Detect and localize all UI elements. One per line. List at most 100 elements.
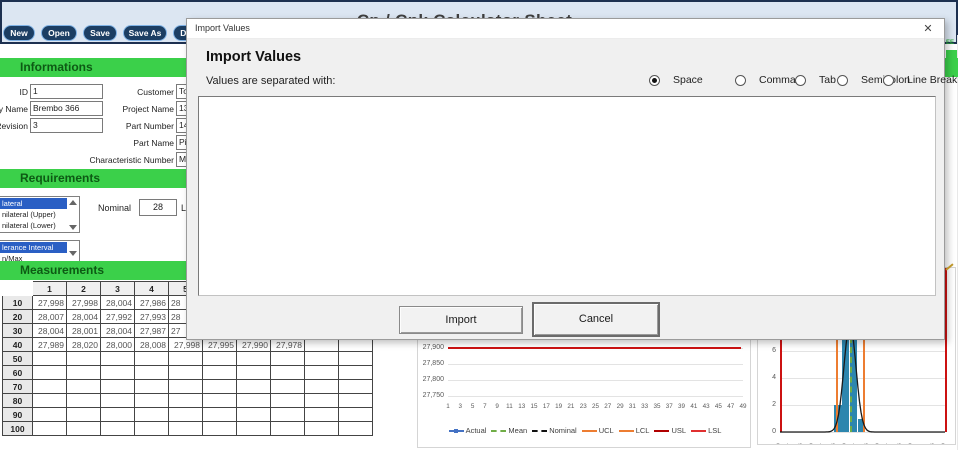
measurement-cell[interactable]: 27,986 [135, 296, 169, 310]
measurement-cell[interactable] [305, 422, 339, 436]
measurement-cell[interactable] [203, 352, 237, 366]
measurement-cell[interactable] [135, 366, 169, 380]
measurement-cell[interactable]: 28,020 [67, 338, 101, 352]
measurement-cell[interactable]: 28,004 [67, 310, 101, 324]
measurement-cell[interactable] [203, 380, 237, 394]
chevron-down-icon[interactable] [69, 251, 77, 256]
measurement-cell[interactable] [169, 394, 203, 408]
measurement-cell[interactable] [271, 352, 305, 366]
scroll-down-icon[interactable] [69, 225, 77, 230]
measurement-cell[interactable] [33, 394, 67, 408]
measurement-cell[interactable] [305, 352, 339, 366]
measurement-cell[interactable] [271, 408, 305, 422]
measurement-cell[interactable]: 27,998 [67, 296, 101, 310]
measurement-cell[interactable]: 27,993 [135, 310, 169, 324]
radio-icon[interactable] [649, 75, 660, 86]
measurement-cell[interactable]: 28,008 [135, 338, 169, 352]
measurement-cell[interactable] [67, 352, 101, 366]
measurement-cell[interactable]: 28,004 [101, 296, 135, 310]
measurement-cell[interactable] [169, 408, 203, 422]
measurement-cell[interactable]: 27,989 [33, 338, 67, 352]
measurement-cell[interactable] [67, 366, 101, 380]
measurement-cell[interactable] [339, 394, 373, 408]
measurement-cell[interactable] [169, 352, 203, 366]
listbox-item[interactable]: nilateral (Lower) [0, 220, 67, 231]
radio-icon[interactable] [837, 75, 848, 86]
measurement-cell[interactable]: 28,004 [101, 324, 135, 338]
measurement-cell[interactable] [135, 408, 169, 422]
dialog-titlebar[interactable]: Import Values ✕ [187, 19, 944, 39]
measurement-cell[interactable] [33, 352, 67, 366]
toolbar-button-save[interactable]: Save [83, 25, 117, 41]
measurement-cell[interactable] [169, 380, 203, 394]
measurement-cell[interactable] [33, 422, 67, 436]
measurement-cell[interactable] [305, 408, 339, 422]
measurement-cell[interactable] [203, 422, 237, 436]
measurement-cell[interactable] [271, 366, 305, 380]
measurement-cell[interactable] [237, 408, 271, 422]
measurement-cell[interactable] [33, 408, 67, 422]
radio-icon[interactable] [795, 75, 806, 86]
radio-option-comma[interactable]: Comma [735, 74, 796, 86]
measurement-cell[interactable] [33, 366, 67, 380]
measurement-cell[interactable] [135, 352, 169, 366]
measurement-cell[interactable] [339, 366, 373, 380]
measurement-cell[interactable] [237, 352, 271, 366]
measurement-cell[interactable] [203, 366, 237, 380]
measurement-cell[interactable] [101, 352, 135, 366]
measurement-cell[interactable] [67, 380, 101, 394]
measurement-cell[interactable] [101, 380, 135, 394]
toolbar-button-new[interactable]: New [3, 25, 35, 41]
radio-option-space[interactable]: Space [649, 74, 703, 86]
measurement-cell[interactable] [67, 422, 101, 436]
toolbar-button-save-as[interactable]: Save As [123, 25, 167, 41]
measurement-cell[interactable] [305, 380, 339, 394]
tolerance-type-listbox[interactable]: lateralnilateral (Upper)nilateral (Lower… [0, 196, 80, 233]
measurement-cell[interactable] [135, 380, 169, 394]
listbox-item[interactable]: nilateral (Upper) [0, 209, 67, 220]
measurement-cell[interactable] [101, 422, 135, 436]
measurement-cell[interactable] [169, 366, 203, 380]
radio-icon[interactable] [883, 75, 894, 86]
measurement-cell[interactable] [67, 394, 101, 408]
measurement-cell[interactable] [339, 352, 373, 366]
close-icon[interactable]: ✕ [920, 21, 936, 37]
nominal-input[interactable]: 28 [139, 199, 177, 216]
measurement-cell[interactable]: 28,000 [101, 338, 135, 352]
toolbar-button-open[interactable]: Open [41, 25, 77, 41]
measurement-cell[interactable]: 28,001 [67, 324, 101, 338]
measurement-cell[interactable]: 27,992 [101, 310, 135, 324]
measurement-cell[interactable] [237, 380, 271, 394]
listbox-item[interactable]: lerance Interval [0, 242, 67, 253]
measurement-cell[interactable] [237, 394, 271, 408]
import-textarea[interactable] [198, 96, 936, 296]
measurement-cell[interactable] [237, 366, 271, 380]
listbox-item[interactable]: lateral [0, 198, 67, 209]
measurement-cell[interactable] [237, 422, 271, 436]
cancel-button[interactable]: Cancel [532, 302, 660, 337]
measurement-cell[interactable]: 27,998 [33, 296, 67, 310]
measurement-cell[interactable] [203, 394, 237, 408]
measurement-cell[interactable] [169, 422, 203, 436]
measurement-cell[interactable] [135, 394, 169, 408]
measurement-cell[interactable] [101, 366, 135, 380]
measurement-cell[interactable] [101, 408, 135, 422]
measurement-cell[interactable] [33, 380, 67, 394]
measurement-cell[interactable] [305, 366, 339, 380]
measurement-cell[interactable] [339, 380, 373, 394]
radio-option-line-break[interactable]: Line Break [883, 74, 957, 86]
measurement-cell[interactable] [271, 394, 305, 408]
measurement-cell[interactable] [101, 394, 135, 408]
radio-option-tab[interactable]: Tab [795, 74, 836, 86]
scroll-up-icon[interactable] [69, 200, 77, 205]
radio-icon[interactable] [735, 75, 746, 86]
measurement-cell[interactable]: 28,004 [33, 324, 67, 338]
measurement-cell[interactable] [339, 422, 373, 436]
measurement-cell[interactable]: 27,987 [135, 324, 169, 338]
measurement-cell[interactable] [305, 394, 339, 408]
measurement-cell[interactable] [67, 408, 101, 422]
measurement-cell[interactable] [339, 408, 373, 422]
measurement-cell[interactable] [203, 408, 237, 422]
measurement-cell[interactable]: 28,007 [33, 310, 67, 324]
measurement-cell[interactable] [271, 380, 305, 394]
